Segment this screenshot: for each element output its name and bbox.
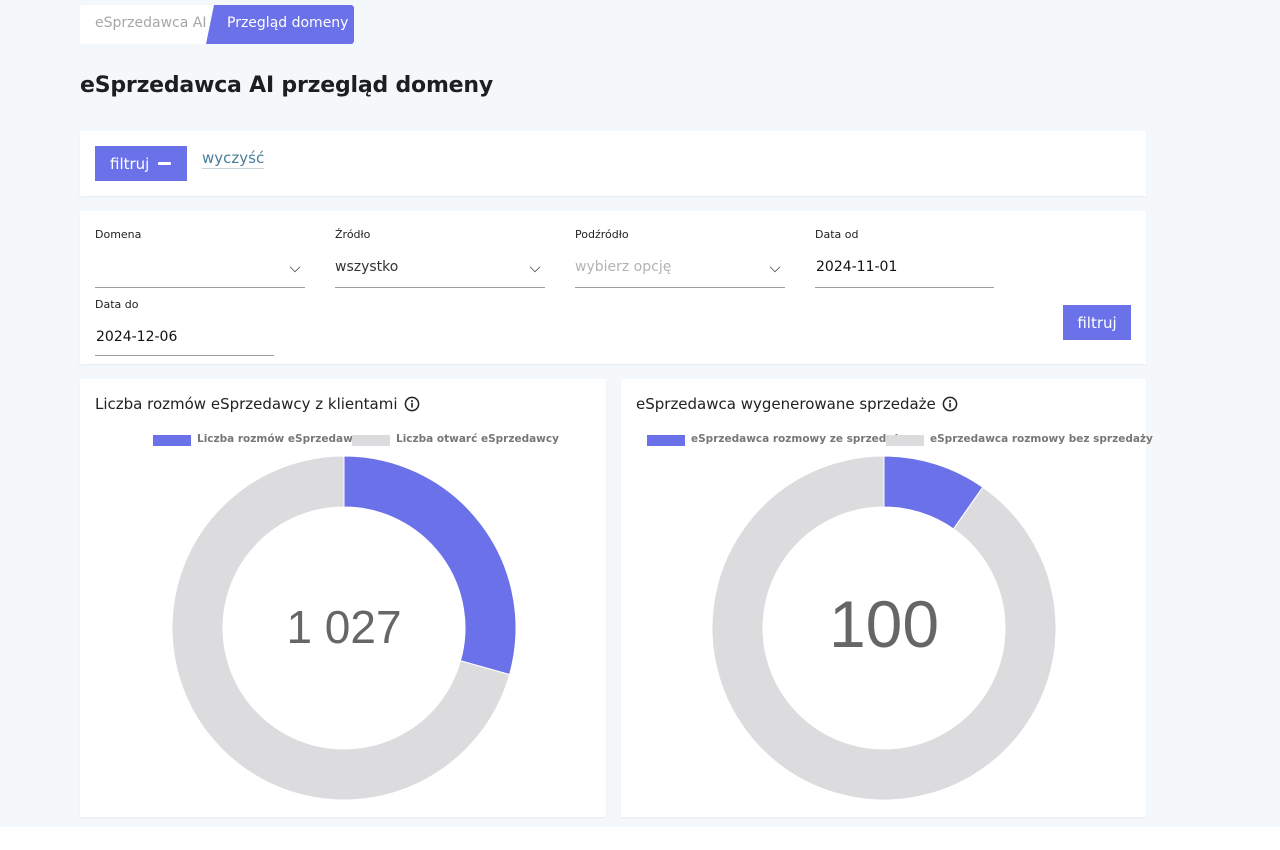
donut-chart: 1 027 — [171, 455, 517, 801]
subsource-field: Podźródło wybierz opcję — [575, 228, 785, 288]
legend-swatch — [352, 435, 390, 446]
date-to-value: 2024-12-06 — [96, 329, 178, 345]
filter-toggle-label: filtruj — [110, 154, 150, 173]
breadcrumb-item-label: eSprzedawca AI — [95, 15, 207, 31]
clear-filters-link[interactable]: wyczyść — [202, 149, 265, 169]
legend-label: Liczba otwarć eSprzedawcy — [396, 433, 559, 445]
subsource-select[interactable]: wybierz opcję — [575, 256, 785, 288]
date-from-input[interactable]: 2024-11-01 — [815, 256, 994, 288]
legend-swatch — [153, 435, 191, 446]
chart-legend: eSprzedawca rozmowy ze sprzedażą eSprzed… — [647, 433, 1153, 448]
chart-title: Liczba rozmów eSprzedawcy z klientami — [95, 395, 420, 413]
center-value: 100 — [829, 587, 939, 661]
chart-title-text: eSprzedawca wygenerowane sprzedaże — [636, 395, 936, 413]
date-from-label: Data od — [815, 228, 859, 241]
domain-select[interactable] — [95, 256, 305, 288]
chart-card-sales: eSprzedawca wygenerowane sprzedaże eSprz… — [621, 379, 1153, 817]
domain-label: Domena — [95, 228, 142, 241]
source-select[interactable]: wszystko — [335, 256, 545, 288]
date-from-field: Data od 2024-11-01 — [815, 228, 994, 288]
breadcrumb-item-current: Przegląd domeny — [206, 5, 354, 44]
filter-submit-button[interactable]: filtruj — [1063, 305, 1131, 340]
date-to-field: Data do 2024-12-06 — [95, 298, 274, 356]
source-label: Źródło — [335, 228, 371, 241]
center-value: 1 027 — [286, 601, 401, 653]
minus-icon — [158, 162, 171, 165]
info-icon[interactable] — [942, 396, 958, 412]
date-to-input[interactable]: 2024-12-06 — [95, 326, 274, 356]
chart-card-conversations: Liczba rozmów eSprzedawcy z klientami Li… — [80, 379, 606, 817]
filter-toggle-bar: filtruj wyczyść — [80, 131, 1146, 196]
chevron-down-icon — [289, 261, 301, 273]
legend-swatch — [886, 435, 924, 446]
subsource-label: Podźródło — [575, 228, 629, 241]
filter-toggle-button[interactable]: filtruj — [95, 146, 187, 181]
date-to-label: Data do — [95, 298, 139, 311]
filters-panel: Domena Źródło wszystko Podźródło wybierz… — [80, 211, 1146, 364]
legend-label: Liczba rozmów eSprzedawcy — [197, 433, 366, 445]
chevron-down-icon — [529, 261, 541, 273]
subsource-placeholder: wybierz opcję — [575, 259, 672, 275]
legend-label: eSprzedawca rozmowy ze sprzedażą — [691, 433, 907, 445]
source-field: Źródło wszystko — [335, 228, 545, 288]
breadcrumb-item-label: Przegląd domeny — [227, 15, 349, 31]
source-value: wszystko — [335, 259, 399, 275]
chart-title: eSprzedawca wygenerowane sprzedaże — [636, 395, 958, 413]
breadcrumb: eSprzedawca AI Przegląd domeny — [80, 5, 354, 44]
donut-chart: 100 — [711, 455, 1057, 801]
date-from-value: 2024-11-01 — [816, 259, 898, 275]
domain-field: Domena — [95, 228, 305, 288]
chart-legend: Liczba rozmów eSprzedawcy Liczba otwarć … — [153, 433, 559, 448]
legend-label: eSprzedawca rozmowy bez sprzedaży — [930, 433, 1153, 445]
info-icon[interactable] — [404, 396, 420, 412]
chevron-down-icon — [769, 261, 781, 273]
legend-swatch — [647, 435, 685, 446]
chart-title-text: Liczba rozmów eSprzedawcy z klientami — [95, 395, 398, 413]
page-title: eSprzedawca AI przegląd domeny — [80, 73, 493, 98]
